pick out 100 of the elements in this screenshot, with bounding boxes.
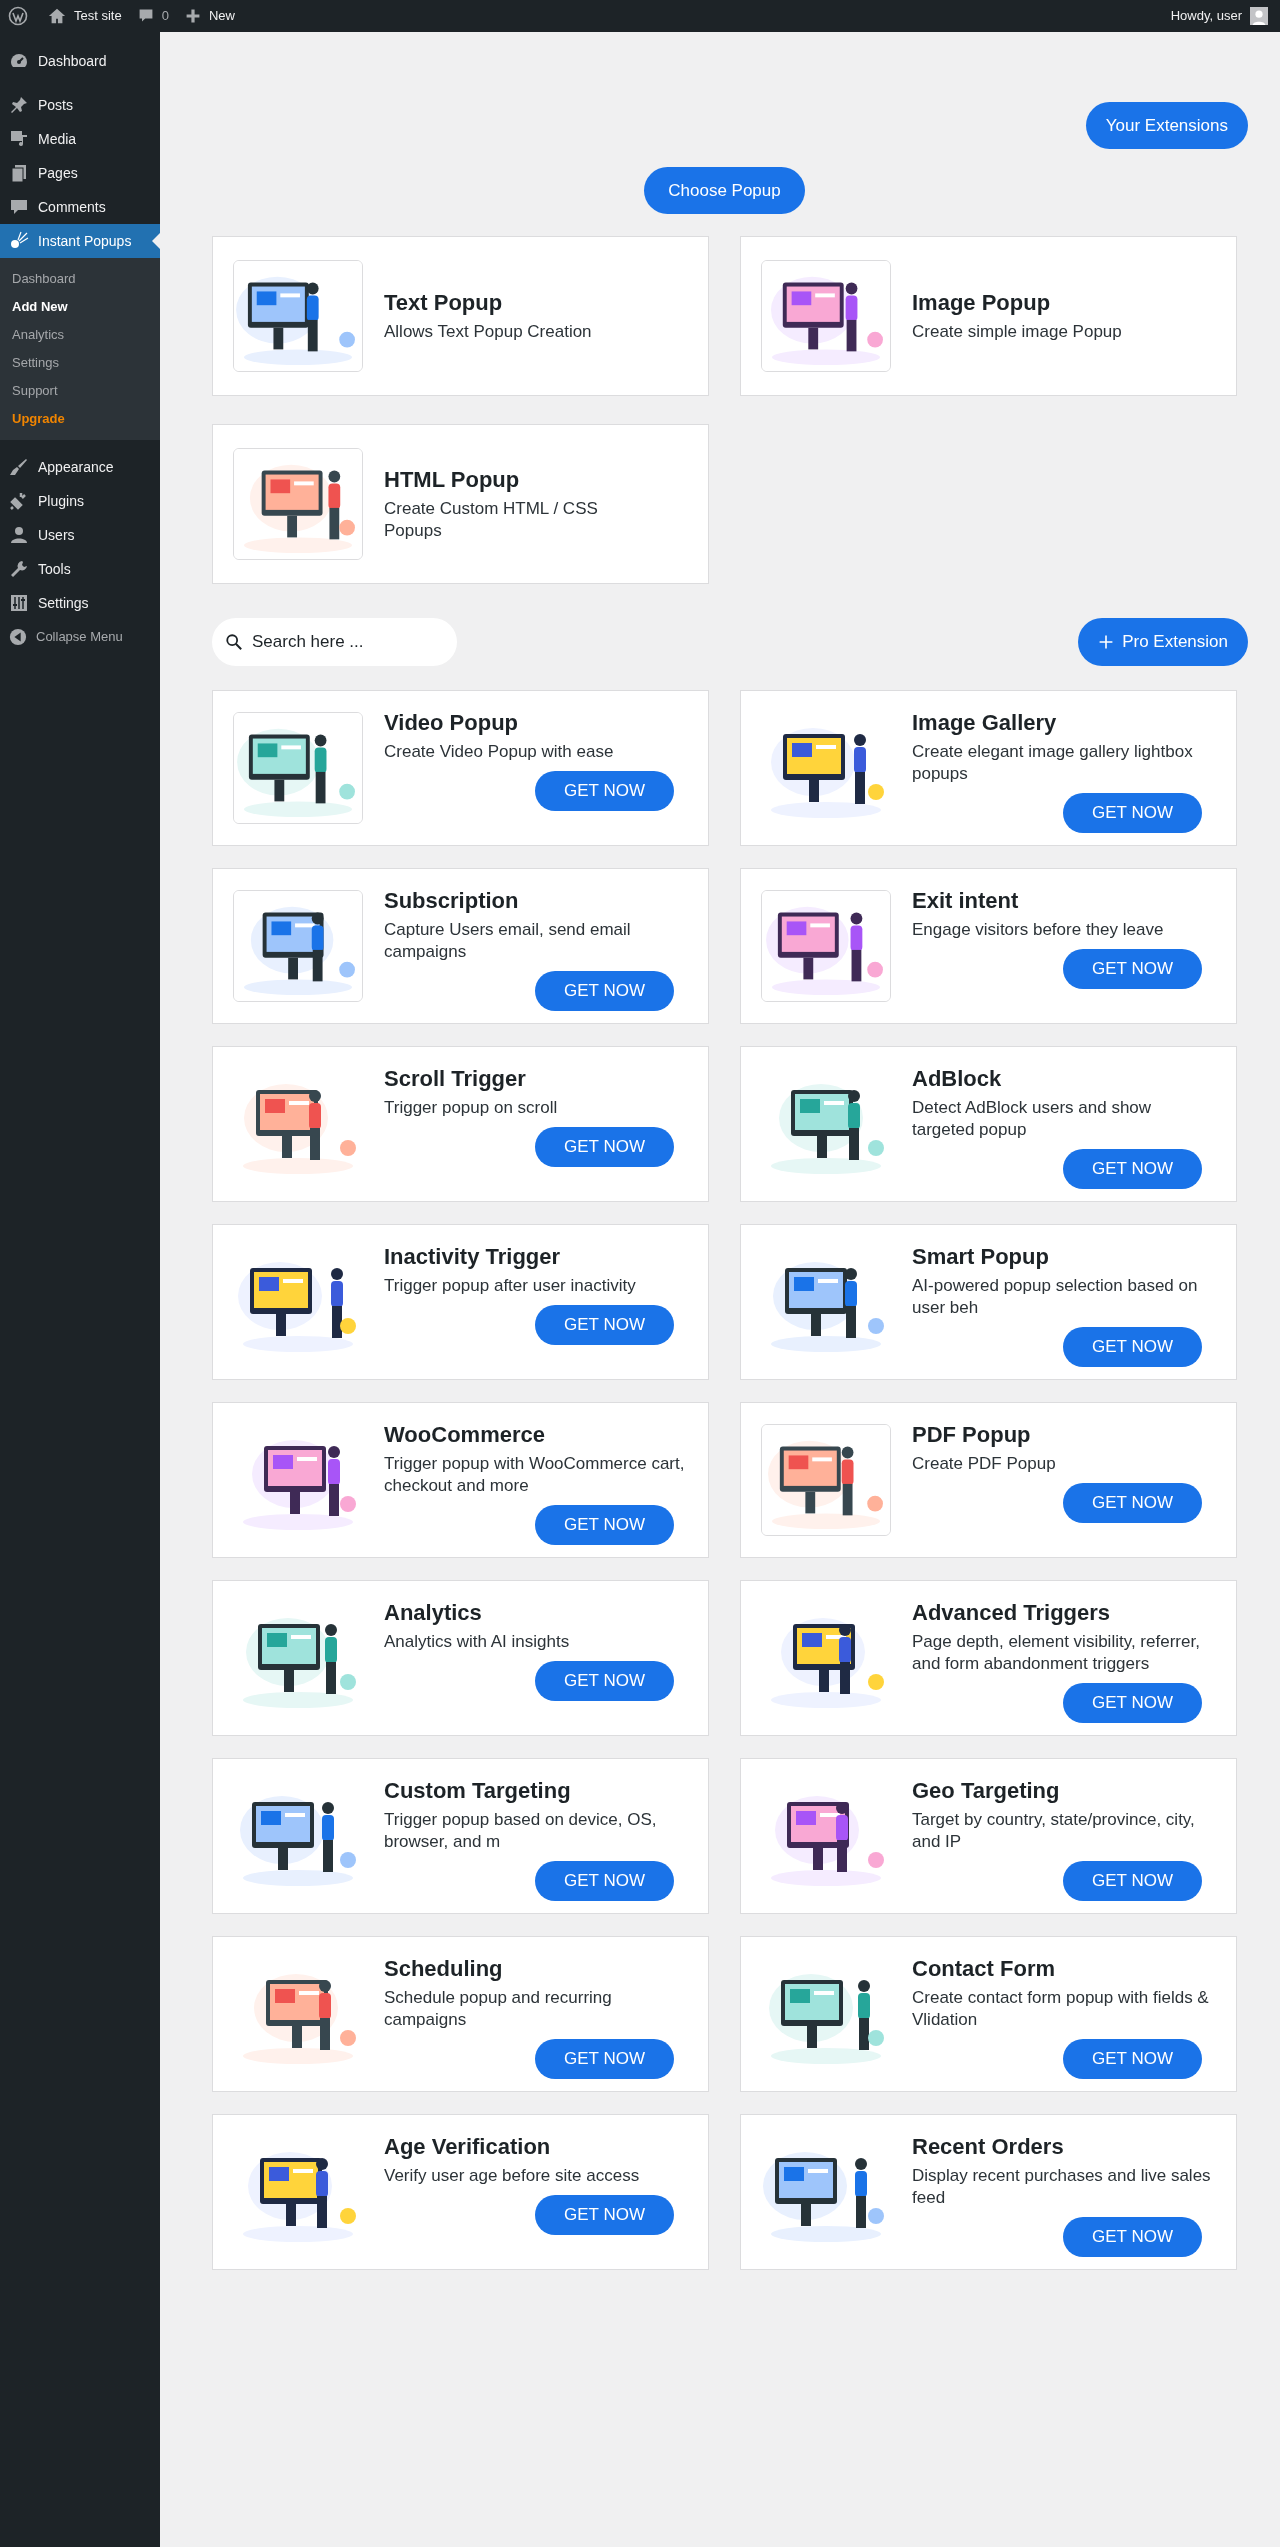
submenu-item[interactable]: Upgrade <box>0 405 160 433</box>
user-menu[interactable]: Howdy, user <box>1170 6 1268 26</box>
card-title: Exit intent <box>912 887 1020 915</box>
card-title: Subscription <box>384 887 520 915</box>
card-title: Age Verification <box>384 2133 552 2161</box>
site-link[interactable]: Test site <box>48 6 122 26</box>
get-now-button[interactable]: GET NOW <box>535 1505 674 1545</box>
collapse-menu-button[interactable]: Collapse Menu <box>0 620 160 654</box>
card-description: AI-powered popup selection based on user beh <box>912 1275 1199 1319</box>
sidebar-item[interactable]: Pages <box>0 156 160 190</box>
card-description: Trigger popup on scroll <box>384 1097 559 1119</box>
wordpress-logo-icon <box>8 6 28 26</box>
card-title: Advanced Triggers <box>912 1599 1112 1627</box>
choose-popup-button[interactable]: Choose Popup <box>644 167 805 214</box>
card-description: Target by country, state/province, city, and IP <box>912 1809 1196 1853</box>
pages-icon <box>9 163 29 183</box>
sparkle-logo-icon <box>9 231 29 251</box>
comments-link[interactable]: 0 <box>137 6 169 26</box>
submenu-item[interactable]: Add New <box>0 293 160 321</box>
card-description: Analytics with AI insights <box>384 1631 571 1653</box>
sidebar-item[interactable]: Users <box>0 518 160 552</box>
plus-icon <box>184 8 201 24</box>
get-now-button[interactable]: GET NOW <box>1063 949 1202 989</box>
submenu-item[interactable]: Dashboard <box>0 265 160 293</box>
submenu-item[interactable]: Settings <box>0 349 160 377</box>
card-description: Trigger popup with WooCommerce cart, checkout and more <box>384 1453 686 1497</box>
sliders-icon <box>9 593 29 613</box>
card-title: Text Popup <box>384 289 504 317</box>
sidebar-item[interactable]: Plugins <box>0 484 160 518</box>
get-now-button[interactable]: GET NOW <box>1063 2217 1202 2257</box>
get-now-button[interactable]: GET NOW <box>1063 1483 1202 1523</box>
card-description: Verify user age before site access <box>384 2165 641 2187</box>
sidebar-item[interactable]: Dashboard <box>0 44 160 78</box>
card-description: Page depth, element visibility, referrer, and form abandonment triggers <box>912 1631 1201 1675</box>
card-title: Geo Targeting <box>912 1777 1061 1805</box>
search-field[interactable]: Search here ... <box>212 618 457 666</box>
card-title: Recent Orders <box>912 2133 1065 2161</box>
sidebar-item[interactable]: Media <box>0 122 160 156</box>
your-extensions-button[interactable]: Your Extensions <box>1085 102 1248 149</box>
card-description: Create Custom HTML / CSS Popups <box>384 498 599 542</box>
get-now-button[interactable]: GET NOW <box>535 971 674 1011</box>
get-now-button[interactable]: GET NOW <box>535 2039 674 2079</box>
card-title: PDF Popup <box>912 1421 1032 1449</box>
card-description: Schedule popup and recurring campaigns <box>384 1987 613 2031</box>
card-title: Inactivity Trigger <box>384 1243 562 1271</box>
sidebar-item[interactable]: Comments <box>0 190 160 224</box>
sidebar-item[interactable]: Posts <box>0 88 160 122</box>
get-now-button[interactable]: GET NOW <box>1063 1327 1202 1367</box>
sidebar-item[interactable]: Tools <box>0 552 160 586</box>
user-icon <box>9 525 29 545</box>
collapse-icon <box>9 628 27 646</box>
get-now-button[interactable]: GET NOW <box>1063 1861 1202 1901</box>
card-description: Detect AdBlock users and show targeted popup <box>912 1097 1153 1141</box>
get-now-button[interactable]: GET NOW <box>535 771 674 811</box>
card-title: Video Popup <box>384 709 520 737</box>
get-now-button[interactable]: GET NOW <box>1063 1683 1202 1723</box>
card-description: Create Video Popup with ease <box>384 741 615 763</box>
card-title: Analytics <box>384 1599 483 1627</box>
plug-icon <box>9 491 29 511</box>
submenu-item[interactable]: Analytics <box>0 321 160 349</box>
plus-icon <box>1098 634 1115 650</box>
card-description: Trigger popup after user inactivity <box>384 1275 637 1297</box>
get-now-button[interactable]: GET NOW <box>1063 793 1202 833</box>
get-now-button[interactable]: GET NOW <box>535 1661 674 1701</box>
card-title: Custom Targeting <box>384 1777 572 1805</box>
comment-icon <box>9 197 29 217</box>
sidebar-item[interactable]: Instant Popups <box>0 224 160 258</box>
home-icon <box>48 7 66 25</box>
submenu-item[interactable]: Support <box>0 377 160 405</box>
card-description: Create elegant image gallery lightbox popups <box>912 741 1194 785</box>
avatar-icon <box>1250 7 1268 25</box>
card-title: Contact Form <box>912 1955 1056 1983</box>
wrench-icon <box>9 559 29 579</box>
card-title: HTML Popup <box>384 466 521 494</box>
pin-icon <box>9 95 29 115</box>
card-title: AdBlock <box>912 1065 1003 1093</box>
card-title: Image Popup <box>912 289 1052 317</box>
new-content-link[interactable]: New <box>184 6 235 26</box>
get-now-button[interactable]: GET NOW <box>1063 2039 1202 2079</box>
card-title: WooCommerce <box>384 1421 546 1449</box>
card-description: Create simple image Popup <box>912 321 1123 343</box>
card-title: Scheduling <box>384 1955 504 1983</box>
card-title: Image Gallery <box>912 709 1058 737</box>
get-now-button[interactable]: GET NOW <box>535 1127 674 1167</box>
sidebar-item[interactable]: Settings <box>0 586 160 620</box>
comment-icon <box>137 8 154 24</box>
card-title: Smart Popup <box>912 1243 1050 1271</box>
card-description: Create contact form popup with fields & Vlidation <box>912 1987 1210 2031</box>
get-now-button[interactable]: GET NOW <box>535 2195 674 2235</box>
get-now-button[interactable]: GET NOW <box>1063 1149 1202 1189</box>
card-description: Engage visitors before they leave <box>912 919 1165 941</box>
pro-extension-button[interactable]: Pro Extension <box>1078 618 1248 666</box>
media-icon <box>9 129 29 149</box>
brush-icon <box>9 457 29 477</box>
card-description: Create PDF Popup <box>912 1453 1057 1475</box>
sidebar-item[interactable]: Appearance <box>0 450 160 484</box>
current-menu-pointer-icon <box>152 233 160 249</box>
get-now-button[interactable]: GET NOW <box>535 1861 674 1901</box>
search-icon <box>225 633 243 651</box>
get-now-button[interactable]: GET NOW <box>535 1305 674 1345</box>
